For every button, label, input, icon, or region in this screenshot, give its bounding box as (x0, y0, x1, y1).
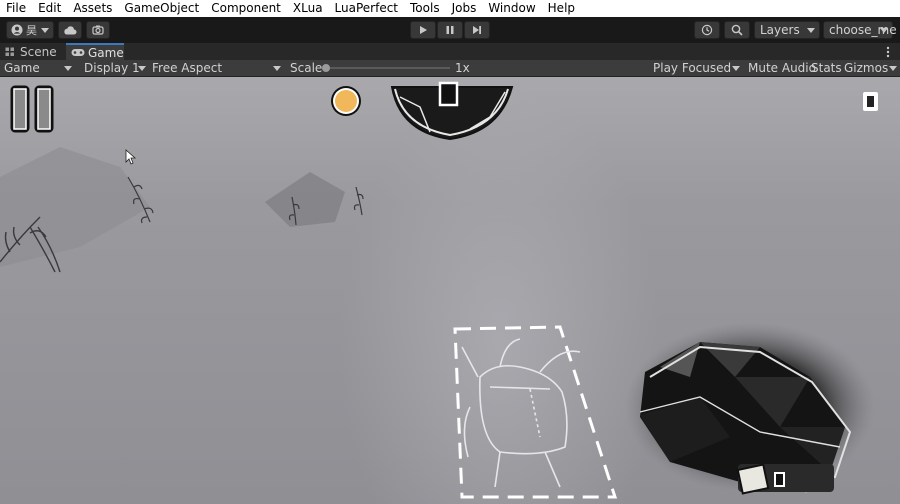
tab-scene[interactable]: Scene (0, 43, 64, 60)
menu-file[interactable]: File (0, 0, 32, 17)
account-name: 昊 (26, 24, 37, 37)
tab-scene-label: Scene (20, 44, 57, 59)
backpack-slot[interactable] (453, 325, 618, 499)
search-icon (731, 24, 743, 36)
scale-label: Scale (290, 61, 323, 75)
view-mode-dropdown[interactable]: Game (4, 60, 40, 76)
scale-slider[interactable] (322, 64, 450, 72)
chevron-down-icon (880, 28, 888, 33)
layout-dropdown[interactable]: choose_me (823, 21, 897, 39)
menu-gameobject[interactable]: GameObject (118, 0, 205, 17)
view-tab-bar: Scene Game (0, 43, 900, 60)
collab-icon (92, 25, 104, 35)
scale-slider-handle[interactable] (322, 64, 330, 72)
menu-luaperfect[interactable]: LuaPerfect (329, 0, 404, 17)
menu-assets[interactable]: Assets (67, 0, 118, 17)
chevron-down-icon (41, 27, 49, 33)
gizmos-toggle[interactable]: Gizmos (844, 60, 888, 76)
layers-dropdown[interactable]: Layers (754, 21, 820, 39)
collab-button[interactable] (86, 21, 110, 39)
display-dropdown[interactable]: Display 1 (84, 60, 140, 76)
cloud-icon (64, 26, 77, 35)
menu-jobs[interactable]: Jobs (446, 0, 483, 17)
chevron-down-icon (138, 66, 146, 71)
tab-game[interactable]: Game (66, 43, 124, 60)
aspect-dropdown[interactable]: Free Aspect (152, 60, 222, 76)
menu-tools[interactable]: Tools (404, 0, 446, 17)
game-view-bar: Game Display 1 Free Aspect Scale 1x Play… (0, 60, 900, 77)
pause-button[interactable] (437, 21, 463, 39)
chevron-down-icon (273, 66, 281, 71)
card-icon (863, 92, 878, 111)
chevron-down-icon (807, 28, 815, 33)
coin-icon (331, 86, 361, 116)
history-button[interactable] (694, 21, 720, 39)
cursor-icon (125, 149, 137, 165)
menu-bar: File Edit Assets GameObject Component XL… (0, 0, 900, 17)
emblem-badge (390, 81, 514, 141)
tab-game-label: Game (88, 45, 124, 60)
item-counter (736, 463, 834, 495)
chevron-down-icon (64, 66, 72, 71)
menu-edit[interactable]: Edit (32, 0, 67, 17)
step-icon (473, 26, 481, 34)
stats-toggle[interactable]: Stats (811, 60, 842, 76)
play-button[interactable] (410, 21, 436, 39)
game-tab-icon (71, 49, 85, 56)
play-icon (420, 26, 427, 34)
search-button[interactable] (724, 21, 750, 39)
chevron-down-icon (732, 66, 740, 71)
pause-game-icon[interactable] (10, 85, 54, 133)
menu-component[interactable]: Component (205, 0, 287, 17)
chevron-down-icon (889, 66, 897, 71)
layers-label: Layers (760, 23, 800, 37)
account-button[interactable]: 昊 (6, 21, 54, 39)
cloud-button[interactable] (58, 21, 82, 39)
history-icon (701, 24, 713, 36)
play-focused-dropdown[interactable]: Play Focused (653, 60, 731, 76)
more-icon[interactable] (886, 46, 890, 58)
step-button[interactable] (464, 21, 490, 39)
game-scene (0, 81, 878, 499)
mute-audio-toggle[interactable]: Mute Audio (748, 60, 816, 76)
game-viewport[interactable] (0, 77, 900, 504)
pause-icon (446, 26, 454, 34)
menu-help[interactable]: Help (542, 0, 581, 17)
account-icon (11, 24, 23, 36)
main-toolbar: 昊 Layers choose_me (0, 17, 900, 43)
menu-window[interactable]: Window (482, 0, 541, 17)
scene-tab-icon (5, 47, 14, 56)
scale-value: 1x (455, 61, 470, 75)
menu-xlua[interactable]: XLua (287, 0, 329, 17)
